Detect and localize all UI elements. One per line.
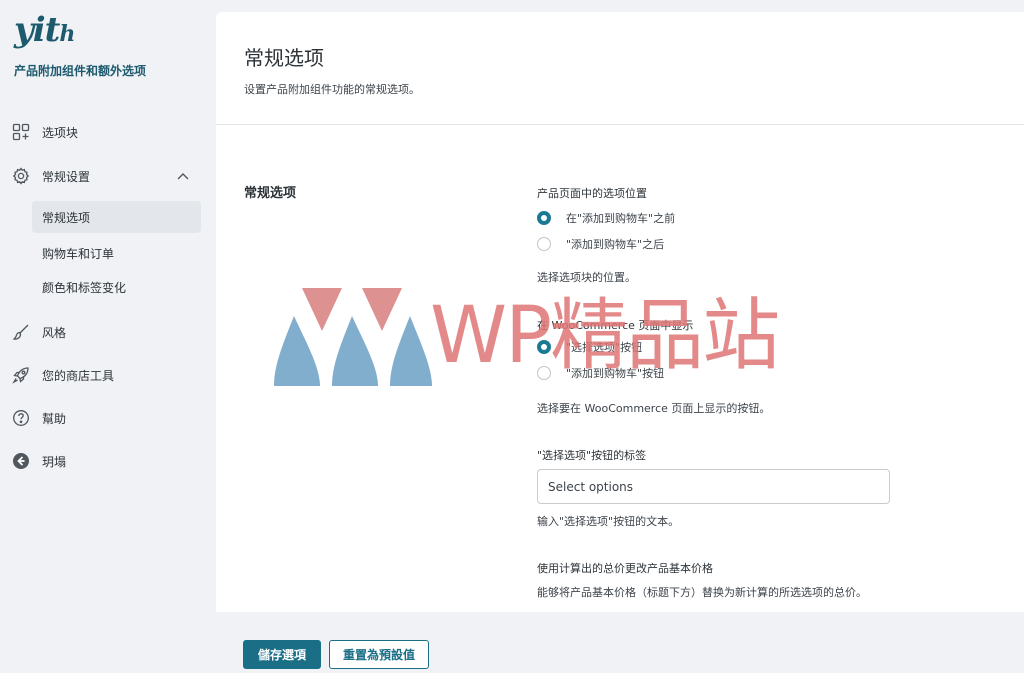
rocket-icon [11, 365, 31, 385]
option-description: 输入"选择选项"按钮的文本。 [537, 515, 680, 528]
option-position-radios: 在"添加到购物车"之前 "添加到购物车"之后 [537, 205, 675, 257]
help-icon [11, 408, 31, 428]
option-description: 选择要在 WooCommerce 页面上显示的按钮。 [537, 402, 771, 415]
sidebar-item-label: 幫助 [42, 411, 67, 426]
option-description: 选择选项块的位置。 [537, 271, 636, 284]
radio-checked[interactable] [537, 340, 551, 354]
sidebar-item-label: 常规设置 [42, 169, 91, 184]
radio-before-add-to-cart[interactable]: 在"添加到购物车"之前 [537, 205, 675, 231]
panel-header: 常规选项 设置产品附加组件功能的常规选项。 [216, 12, 1024, 125]
option-label: "选择选项"按钮的标签 [537, 449, 647, 462]
option-label: 产品页面中的选项位置 [537, 187, 647, 200]
arrow-left-circle-icon [11, 451, 31, 471]
sidebar-item-shop-tools[interactable]: 您的商店工具 [0, 355, 214, 395]
option-label: 在 WooCommerce 页面中显示 [537, 319, 694, 332]
sidebar-item-label: 选项块 [42, 125, 79, 140]
option-description: 能够将产品基本价格（标题下方）替换为新计算的所选选项的总价。 [537, 586, 867, 599]
sidebar-item-general-settings[interactable]: 常规设置 [0, 156, 214, 196]
sidebar-item-back[interactable]: 玥塌 [0, 441, 214, 481]
option-position: 产品页面中的选项位置 [537, 185, 647, 201]
brush-icon [11, 322, 31, 342]
gear-icon [11, 166, 31, 186]
submenu-item-cart-orders[interactable]: 购物车和订单 [32, 237, 201, 269]
plugin-name: 产品附加组件和额外选项 [14, 64, 147, 78]
option-shop-button: 在 WooCommerce 页面中显示 [537, 317, 693, 333]
settings-panel: 常规选项 设置产品附加组件功能的常规选项。 常规选项 产品页面中的选项位置 在"… [216, 12, 1024, 612]
sidebar-item-label: 玥塌 [42, 454, 67, 469]
chevron-up-icon[interactable] [176, 169, 190, 183]
logo-text: yith [14, 10, 75, 50]
radio-checked[interactable] [537, 211, 551, 225]
sidebar-item-style[interactable]: 风格 [0, 312, 214, 352]
radio-unchecked[interactable] [537, 237, 551, 251]
select-options-label-input[interactable] [537, 469, 890, 504]
submenu-item-general-options[interactable]: 常规选项 [32, 201, 201, 233]
sidebar-item-label: 您的商店工具 [42, 368, 115, 383]
sidebar: yith 产品附加组件和额外选项 选项块 常规设置 常规选项 购物车和订单 颜色… [0, 0, 214, 673]
radio-add-to-cart-button[interactable]: "添加到购物车"按钮 [537, 360, 664, 386]
option-shop-button-radios: "选择选项"按钮 "添加到购物车"按钮 [537, 334, 664, 386]
submenu-item-color-labels[interactable]: 颜色和标签变化 [32, 271, 201, 303]
sidebar-item-blocks[interactable]: 选项块 [0, 112, 214, 152]
save-options-button[interactable]: 儲存選項 [243, 640, 321, 669]
page-description: 设置产品附加组件功能的常规选项。 [244, 83, 420, 96]
sidebar-item-label: 风格 [42, 325, 67, 340]
yith-logo[interactable]: yith [14, 10, 75, 52]
sidebar-item-help[interactable]: 幫助 [0, 398, 214, 438]
blocks-icon [11, 122, 31, 142]
section-title: 常规选项 [244, 186, 297, 201]
reset-defaults-button[interactable]: 重置為預設值 [329, 640, 429, 669]
page-title: 常规选项 [244, 46, 324, 70]
option-label: 使用计算出的总价更改产品基本价格 [537, 562, 713, 575]
radio-unchecked[interactable] [537, 366, 551, 380]
radio-after-add-to-cart[interactable]: "添加到购物车"之后 [537, 231, 675, 257]
radio-select-options-button[interactable]: "选择选项"按钮 [537, 334, 664, 360]
